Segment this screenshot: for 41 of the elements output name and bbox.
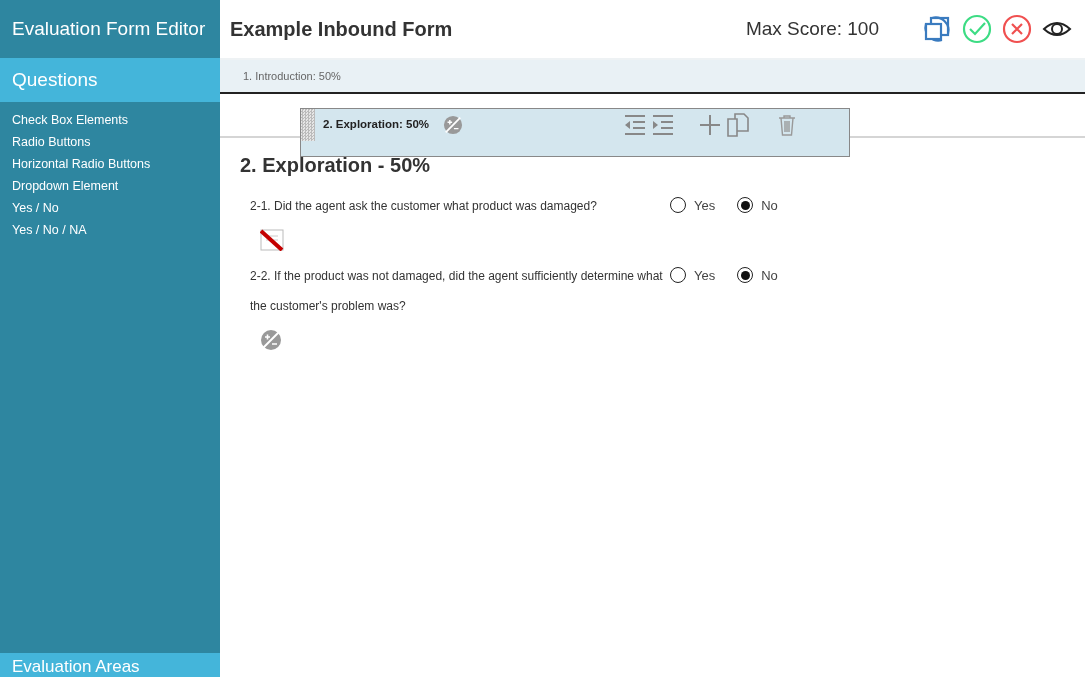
delete-button[interactable]: [777, 112, 798, 138]
close-button[interactable]: [1001, 13, 1033, 45]
max-score: Max Score: 100: [745, 18, 879, 40]
sidebar-item[interactable]: Dropdown Element: [12, 178, 208, 194]
plus-minus-icon[interactable]: [443, 115, 464, 135]
dragged-section-bar[interactable]: 2. Exploration: 50%: [300, 108, 850, 157]
plus-icon: [699, 114, 722, 136]
evaluation-areas-header: Evaluation Areas: [0, 653, 220, 677]
sidebar-title: Evaluation Form Editor: [11, 17, 207, 41]
indent-button[interactable]: [651, 112, 676, 138]
question-text: 2-1. Did the agent ask the customer what product was damaged?: [250, 198, 598, 215]
sidebar-item[interactable]: Yes / No: [12, 200, 208, 216]
section-bar[interactable]: 1. Introduction: 50%: [220, 60, 1085, 94]
checkmark-icon: [962, 14, 992, 44]
sidebar-item[interactable]: Yes / No / NA: [12, 222, 208, 238]
add-button[interactable]: [699, 112, 722, 138]
form-title: Example Inbound Form: [230, 17, 454, 41]
outdent-button[interactable]: [623, 112, 648, 138]
copy-button[interactable]: [727, 112, 750, 138]
trash-icon: [777, 114, 798, 136]
copy-icon: [727, 113, 750, 137]
radio-option[interactable]: No: [737, 267, 778, 283]
outdent-icon: [623, 114, 648, 136]
sidebar-item[interactable]: Horizontal Radio Buttons: [12, 156, 208, 172]
drag-handle[interactable]: [301, 109, 315, 141]
no-comment-icon[interactable]: [260, 229, 284, 251]
squares-icon: [922, 14, 952, 44]
close-icon: [1002, 14, 1032, 44]
indent-icon: [651, 114, 676, 136]
radio-option[interactable]: No: [737, 197, 778, 213]
question-text: 2-2. If the product was not damaged, did the agent sufficiently determine what the customer's problem was?: [250, 268, 664, 315]
sidebar-item[interactable]: Check Box Elements: [12, 112, 208, 128]
duplicate-button[interactable]: [921, 13, 953, 45]
plus-minus-icon[interactable]: [260, 329, 282, 351]
save-button[interactable]: [961, 13, 993, 45]
questions-header: Questions: [0, 58, 220, 102]
section-label: 2. Exploration: 50%: [323, 118, 430, 132]
sidebar-item[interactable]: Radio Buttons: [12, 134, 208, 150]
radio-option[interactable]: Yes: [670, 197, 716, 213]
section-heading: 2. Exploration - 50%: [240, 154, 432, 177]
radio-option[interactable]: Yes: [670, 267, 716, 283]
